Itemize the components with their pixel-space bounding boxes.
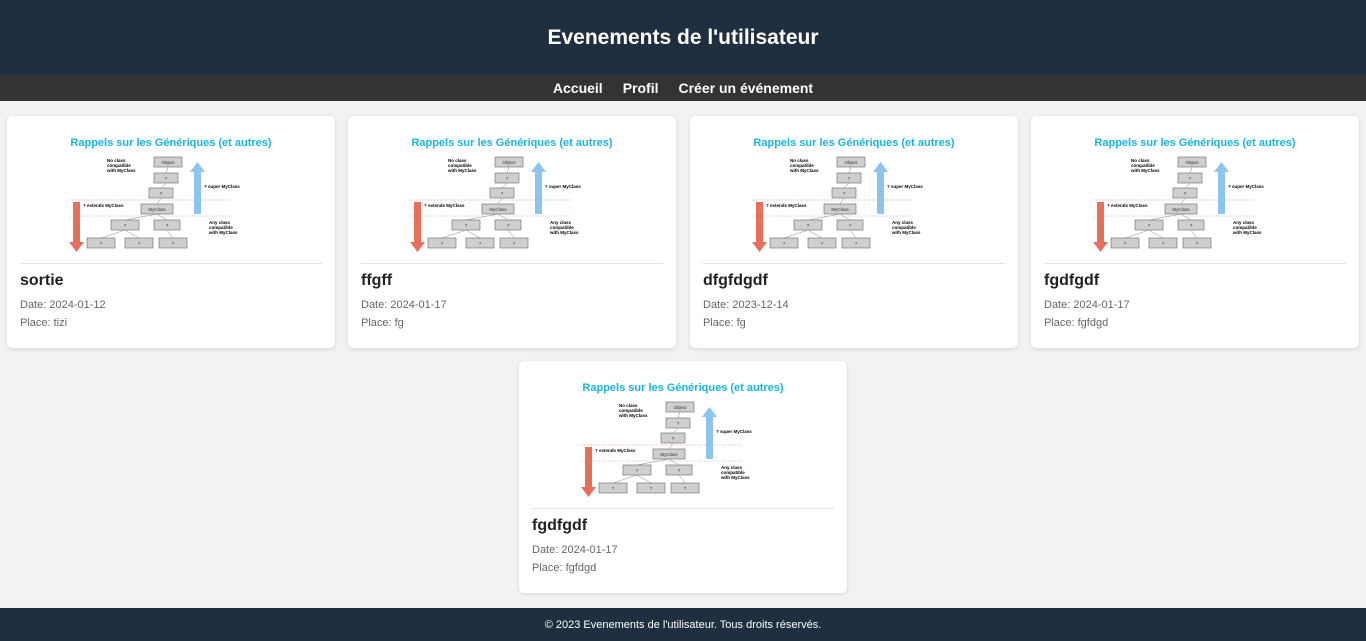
slide-text: MyClass <box>660 452 678 457</box>
slide-text: Rappels sur les Génériques (et autres) <box>1094 137 1295 149</box>
slide-text: ? extends MyClass <box>424 203 465 208</box>
event-place: Place: fg <box>361 317 404 329</box>
event-place: Place: tizi <box>20 317 68 329</box>
event-image: Rappels sur les Génériques (et autres) No… <box>703 116 1005 264</box>
slide-text: Object <box>673 405 687 410</box>
page-footer: © 2023 Evenements de l'utilisateur. Tous… <box>0 608 1366 641</box>
event-name: fgdfgdf <box>532 517 588 534</box>
slide-text: Object <box>502 160 516 165</box>
slide-text: Rappels sur les Génériques (et autres) <box>70 137 271 149</box>
slide-text: with MyClass <box>1232 230 1262 235</box>
slide-text: with MyClass <box>549 230 579 235</box>
slide-text: ? super MyClass <box>1228 184 1264 189</box>
slide-text: with MyClass <box>618 413 648 418</box>
event-name: ffgff <box>361 272 393 289</box>
event-card[interactable]: Rappels sur les Génériques (et autres) No… <box>1031 116 1359 348</box>
nav-accueil[interactable]: Accueil <box>553 80 603 96</box>
slide-text: with MyClass <box>106 168 136 173</box>
generics-slide-diagram: Rappels sur les Génériques (et autres)No… <box>1093 137 1296 252</box>
nav-create-event[interactable]: Créer un événement <box>678 80 813 96</box>
page-title: Evenements de l'utilisateur <box>547 25 819 49</box>
slide-text: with MyClass <box>720 475 750 480</box>
slide-text: Object <box>844 160 858 165</box>
slide-text: with MyClass <box>1130 168 1160 173</box>
slide-text: Rappels sur les Génériques (et autres) <box>411 137 612 149</box>
slide-text: Object <box>1185 160 1199 165</box>
slide-text: ? super MyClass <box>545 184 581 189</box>
event-place: Place: fg <box>703 317 746 329</box>
main-nav: Accueil Profil Créer un événement <box>0 75 1366 101</box>
events-grid: Rappels sur les Génériques (et autres) No… <box>0 101 1366 608</box>
event-image: Rappels sur les Génériques (et autres) No… <box>361 116 663 264</box>
slide-text: ? super MyClass <box>204 184 240 189</box>
slide-text: ? super MyClass <box>716 429 752 434</box>
event-date: Date: 2024-01-12 <box>20 299 106 311</box>
event-image: Rappels sur les Génériques (et autres) No… <box>20 116 322 264</box>
slide-text: ? extends MyClass <box>595 448 636 453</box>
slide-text: with MyClass <box>447 168 477 173</box>
event-name: dfgfdgdf <box>703 272 768 289</box>
event-name: fgdfgdf <box>1044 272 1100 289</box>
footer-copyright: © 2023 Evenements de l'utilisateur. Tous… <box>544 618 822 631</box>
slide-text: Rappels sur les Génériques (et autres) <box>753 137 954 149</box>
event-name: sortie <box>20 272 64 289</box>
slide-text: ? super MyClass <box>887 184 923 189</box>
event-place: Place: fgfdgd <box>1044 317 1109 329</box>
event-date: Date: 2023-12-14 <box>703 299 789 311</box>
generics-slide-diagram: Rappels sur les Génériques (et autres)No… <box>410 137 613 252</box>
slide-text: ? extends MyClass <box>83 203 124 208</box>
generics-slide-diagram: Rappels sur les Génériques (et autres)No… <box>581 382 784 497</box>
event-image: Rappels sur les Génériques (et autres) No… <box>1044 116 1346 264</box>
event-date: Date: 2024-01-17 <box>532 544 618 556</box>
slide-text: with MyClass <box>891 230 921 235</box>
nav-profil[interactable]: Profil <box>623 80 659 96</box>
slide-text: Object <box>161 160 175 165</box>
event-card[interactable]: Rappels sur les Génériques (et autres) No… <box>519 361 847 593</box>
slide-text: MyClass <box>831 207 849 212</box>
slide-text: Rappels sur les Génériques (et autres) <box>582 382 783 394</box>
slide-text: with MyClass <box>789 168 819 173</box>
event-card[interactable]: Rappels sur les Génériques (et autres) No… <box>7 116 335 348</box>
event-image: Rappels sur les Génériques (et autres) No… <box>532 361 834 509</box>
event-date: Date: 2024-01-17 <box>361 299 447 311</box>
event-place: Place: fgfdgd <box>532 562 597 574</box>
event-date: Date: 2024-01-17 <box>1044 299 1130 311</box>
page-header: Evenements de l'utilisateur <box>0 0 1366 75</box>
event-card[interactable]: Rappels sur les Génériques (et autres) No… <box>690 116 1018 348</box>
generics-slide-diagram: Rappels sur les Génériques (et autres)No… <box>752 137 955 252</box>
slide-text: MyClass <box>489 207 507 212</box>
event-card[interactable]: Rappels sur les Génériques (et autres) No… <box>348 116 676 348</box>
slide-text: MyClass <box>148 207 166 212</box>
slide-text: ? extends MyClass <box>766 203 807 208</box>
slide-text: with MyClass <box>208 230 238 235</box>
slide-text: ? extends MyClass <box>1107 203 1148 208</box>
generics-slide-diagram: Rappels sur les Génériques (et autres)No… <box>69 137 272 252</box>
slide-text: MyClass <box>1172 207 1190 212</box>
